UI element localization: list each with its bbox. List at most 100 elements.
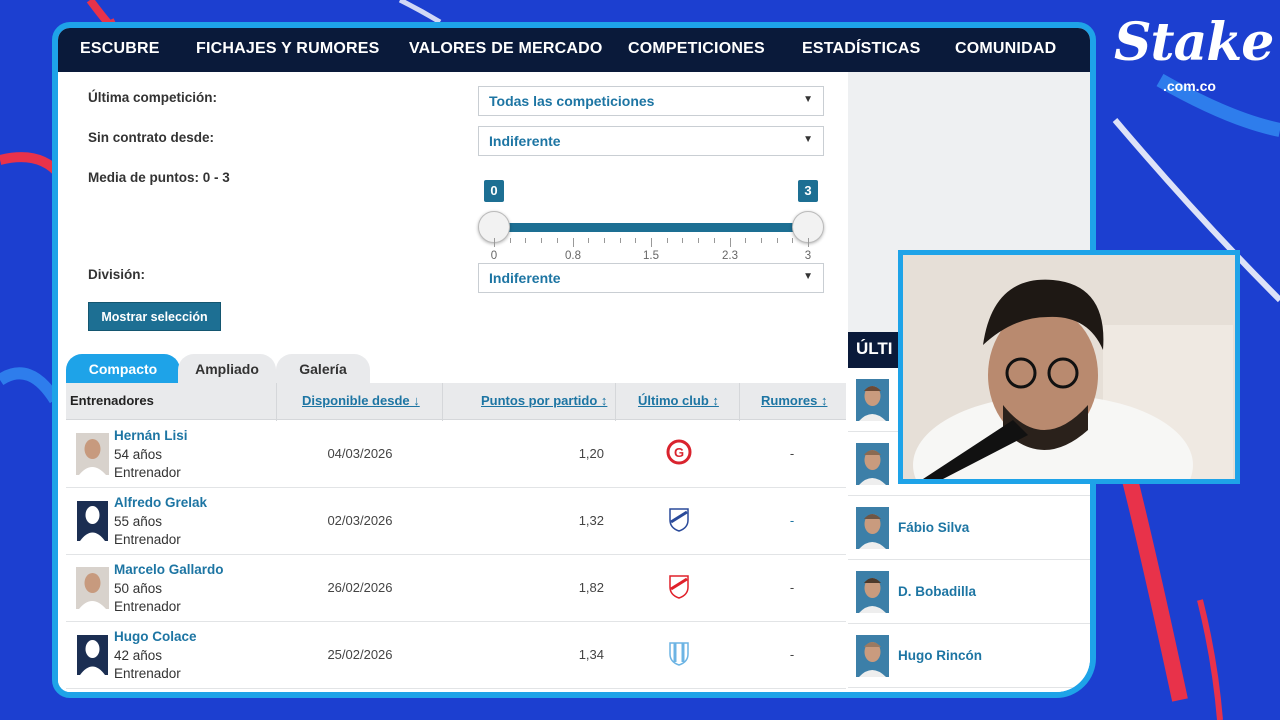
slider-tick (556, 238, 558, 243)
player-name-link[interactable]: Fábio Silva (898, 520, 969, 535)
competition-select-value: Todas las competiciones (489, 93, 655, 109)
dropdown-arrow-icon: ▼ (803, 134, 813, 145)
slider-min-badge: 0 (484, 180, 504, 202)
slider-tick (619, 238, 621, 243)
coach-name-link[interactable]: Hugo Colace (114, 629, 197, 644)
nav-item-market-values[interactable]: VALORES DE MERCADO (409, 40, 603, 58)
top-navigation: ESCUBRE FICHAJES Y RUMORES VALORES DE ME… (58, 28, 1090, 72)
player-name-link[interactable]: Hugo Rincón (898, 648, 982, 663)
coach-avatar (76, 567, 109, 609)
dropdown-arrow-icon: ▼ (803, 94, 813, 105)
coach-age: 54 años (114, 447, 163, 462)
table-header: Entrenadores Disponible desde ↓ Puntos p… (66, 383, 846, 420)
webcam-feed (903, 255, 1235, 479)
table-row (66, 689, 846, 692)
slider-tick (635, 238, 637, 243)
coach-name-link[interactable]: Marcelo Gallardo (114, 562, 224, 577)
streamer-webcam (898, 250, 1240, 484)
logo-text: Stake (1114, 12, 1274, 73)
slider-tick (651, 238, 652, 247)
header-last-club[interactable]: Último club ↕ (638, 393, 719, 408)
list-item[interactable]: D. Bobadilla (848, 560, 1090, 624)
svg-text:G: G (674, 445, 684, 460)
header-coaches: Entrenadores (70, 393, 154, 408)
no-contract-select[interactable]: Indiferente ▼ (478, 126, 824, 156)
available-date: 02/03/2026 (327, 513, 393, 528)
tick-label: 3 (804, 250, 812, 262)
slider-tick (760, 238, 762, 243)
available-date: 25/02/2026 (327, 647, 393, 662)
filter-label-competition: Última competición: (88, 90, 218, 105)
table-row: Hernán Lisi 54 años Entrenador 04/03/202… (66, 421, 846, 488)
points-range-slider[interactable]: 0 3 0 0.8 1.5 2.3 3 (478, 180, 828, 262)
list-item[interactable]: Hugo Rincón (848, 624, 1090, 688)
player-photo (856, 507, 889, 549)
player-photo (856, 635, 889, 677)
player-name-link[interactable]: D. Bobadilla (898, 584, 976, 599)
show-selection-button[interactable]: Mostrar selección (88, 302, 221, 331)
slider-tick (494, 238, 495, 247)
points-per-match: 1,34 (578, 647, 604, 662)
river-plate-crest-icon[interactable] (666, 573, 692, 599)
slider-tick (682, 238, 684, 243)
slider-tick (776, 238, 778, 243)
header-rumors[interactable]: Rumores ↕ (761, 393, 827, 408)
deportivo-club-crest-icon[interactable]: G (666, 439, 692, 465)
coach-age: 50 años (114, 581, 163, 596)
no-contract-select-value: Indiferente (489, 133, 561, 149)
slider-tick (572, 238, 574, 247)
nav-item-community[interactable]: COMUNIDAD (955, 40, 1056, 58)
nav-item-competitions[interactable]: COMPETICIONES (628, 40, 765, 58)
rumors-value: - (789, 513, 795, 528)
available-date: 04/03/2026 (327, 446, 393, 461)
rumors-value: - (789, 446, 795, 461)
filter-label-division: División: (88, 267, 146, 282)
header-available-from[interactable]: Disponible desde ↓ (302, 393, 420, 408)
nav-item-discover[interactable]: ESCUBRE (80, 40, 160, 58)
list-item[interactable]: Fábio Silva (848, 496, 1090, 560)
slider-tick (745, 238, 747, 243)
division-select[interactable]: Indiferente ▼ (478, 263, 824, 293)
nav-item-statistics[interactable]: ESTADÍSTICAS (802, 40, 921, 58)
available-date: 26/02/2026 (327, 580, 393, 595)
table-row: Alfredo Grelak 55 años Entrenador 02/03/… (66, 488, 846, 555)
slider-tick (603, 238, 605, 243)
competition-select[interactable]: Todas las competiciones ▼ (478, 86, 824, 116)
coach-role: Entrenador (114, 599, 181, 614)
coach-age: 42 años (114, 648, 163, 663)
stake-logo: Stake .com.co (1108, 12, 1278, 102)
division-select-value: Indiferente (489, 270, 561, 286)
slider-tick (729, 238, 731, 247)
dropdown-arrow-icon: ▼ (803, 271, 813, 282)
tick-label: 1.5 (643, 250, 659, 262)
table-row: Hugo Colace 42 años Entrenador 25/02/202… (66, 622, 846, 689)
logo-subtext: .com.co (1163, 78, 1216, 94)
player-photo (856, 379, 889, 421)
slider-tick (509, 238, 511, 243)
tab-gallery[interactable]: Galería (276, 354, 370, 384)
slider-tick (808, 238, 809, 247)
tab-compact[interactable]: Compacto (66, 354, 180, 384)
slider-tick (713, 238, 715, 243)
points-per-match: 1,20 (578, 446, 604, 461)
coach-name-link[interactable]: Alfredo Grelak (114, 495, 207, 510)
shield-crest-icon[interactable] (666, 506, 692, 532)
coach-role: Entrenador (114, 666, 181, 681)
slider-track (494, 223, 808, 232)
rumors-value: - (789, 647, 795, 662)
coach-avatar (76, 634, 109, 676)
coach-role: Entrenador (114, 532, 181, 547)
slider-tick (792, 238, 794, 243)
tick-label: 2.3 (722, 250, 738, 262)
slider-max-badge: 3 (798, 180, 818, 202)
striped-crest-icon[interactable] (666, 640, 692, 666)
main-content: Última competición: Todas las competicio… (58, 72, 848, 692)
slider-tick (666, 238, 668, 243)
header-points-per-match[interactable]: Puntos por partido ↕ (481, 393, 607, 408)
coach-name-link[interactable]: Hernán Lisi (114, 428, 188, 443)
tab-expanded[interactable]: Ampliado (178, 354, 276, 384)
table-row: Marcelo Gallardo 50 años Entrenador 26/0… (66, 555, 846, 622)
nav-item-transfers[interactable]: FICHAJES Y RUMORES (196, 40, 380, 58)
filter-label-points: Media de puntos: 0 - 3 (88, 170, 230, 185)
coach-avatar (76, 433, 109, 475)
